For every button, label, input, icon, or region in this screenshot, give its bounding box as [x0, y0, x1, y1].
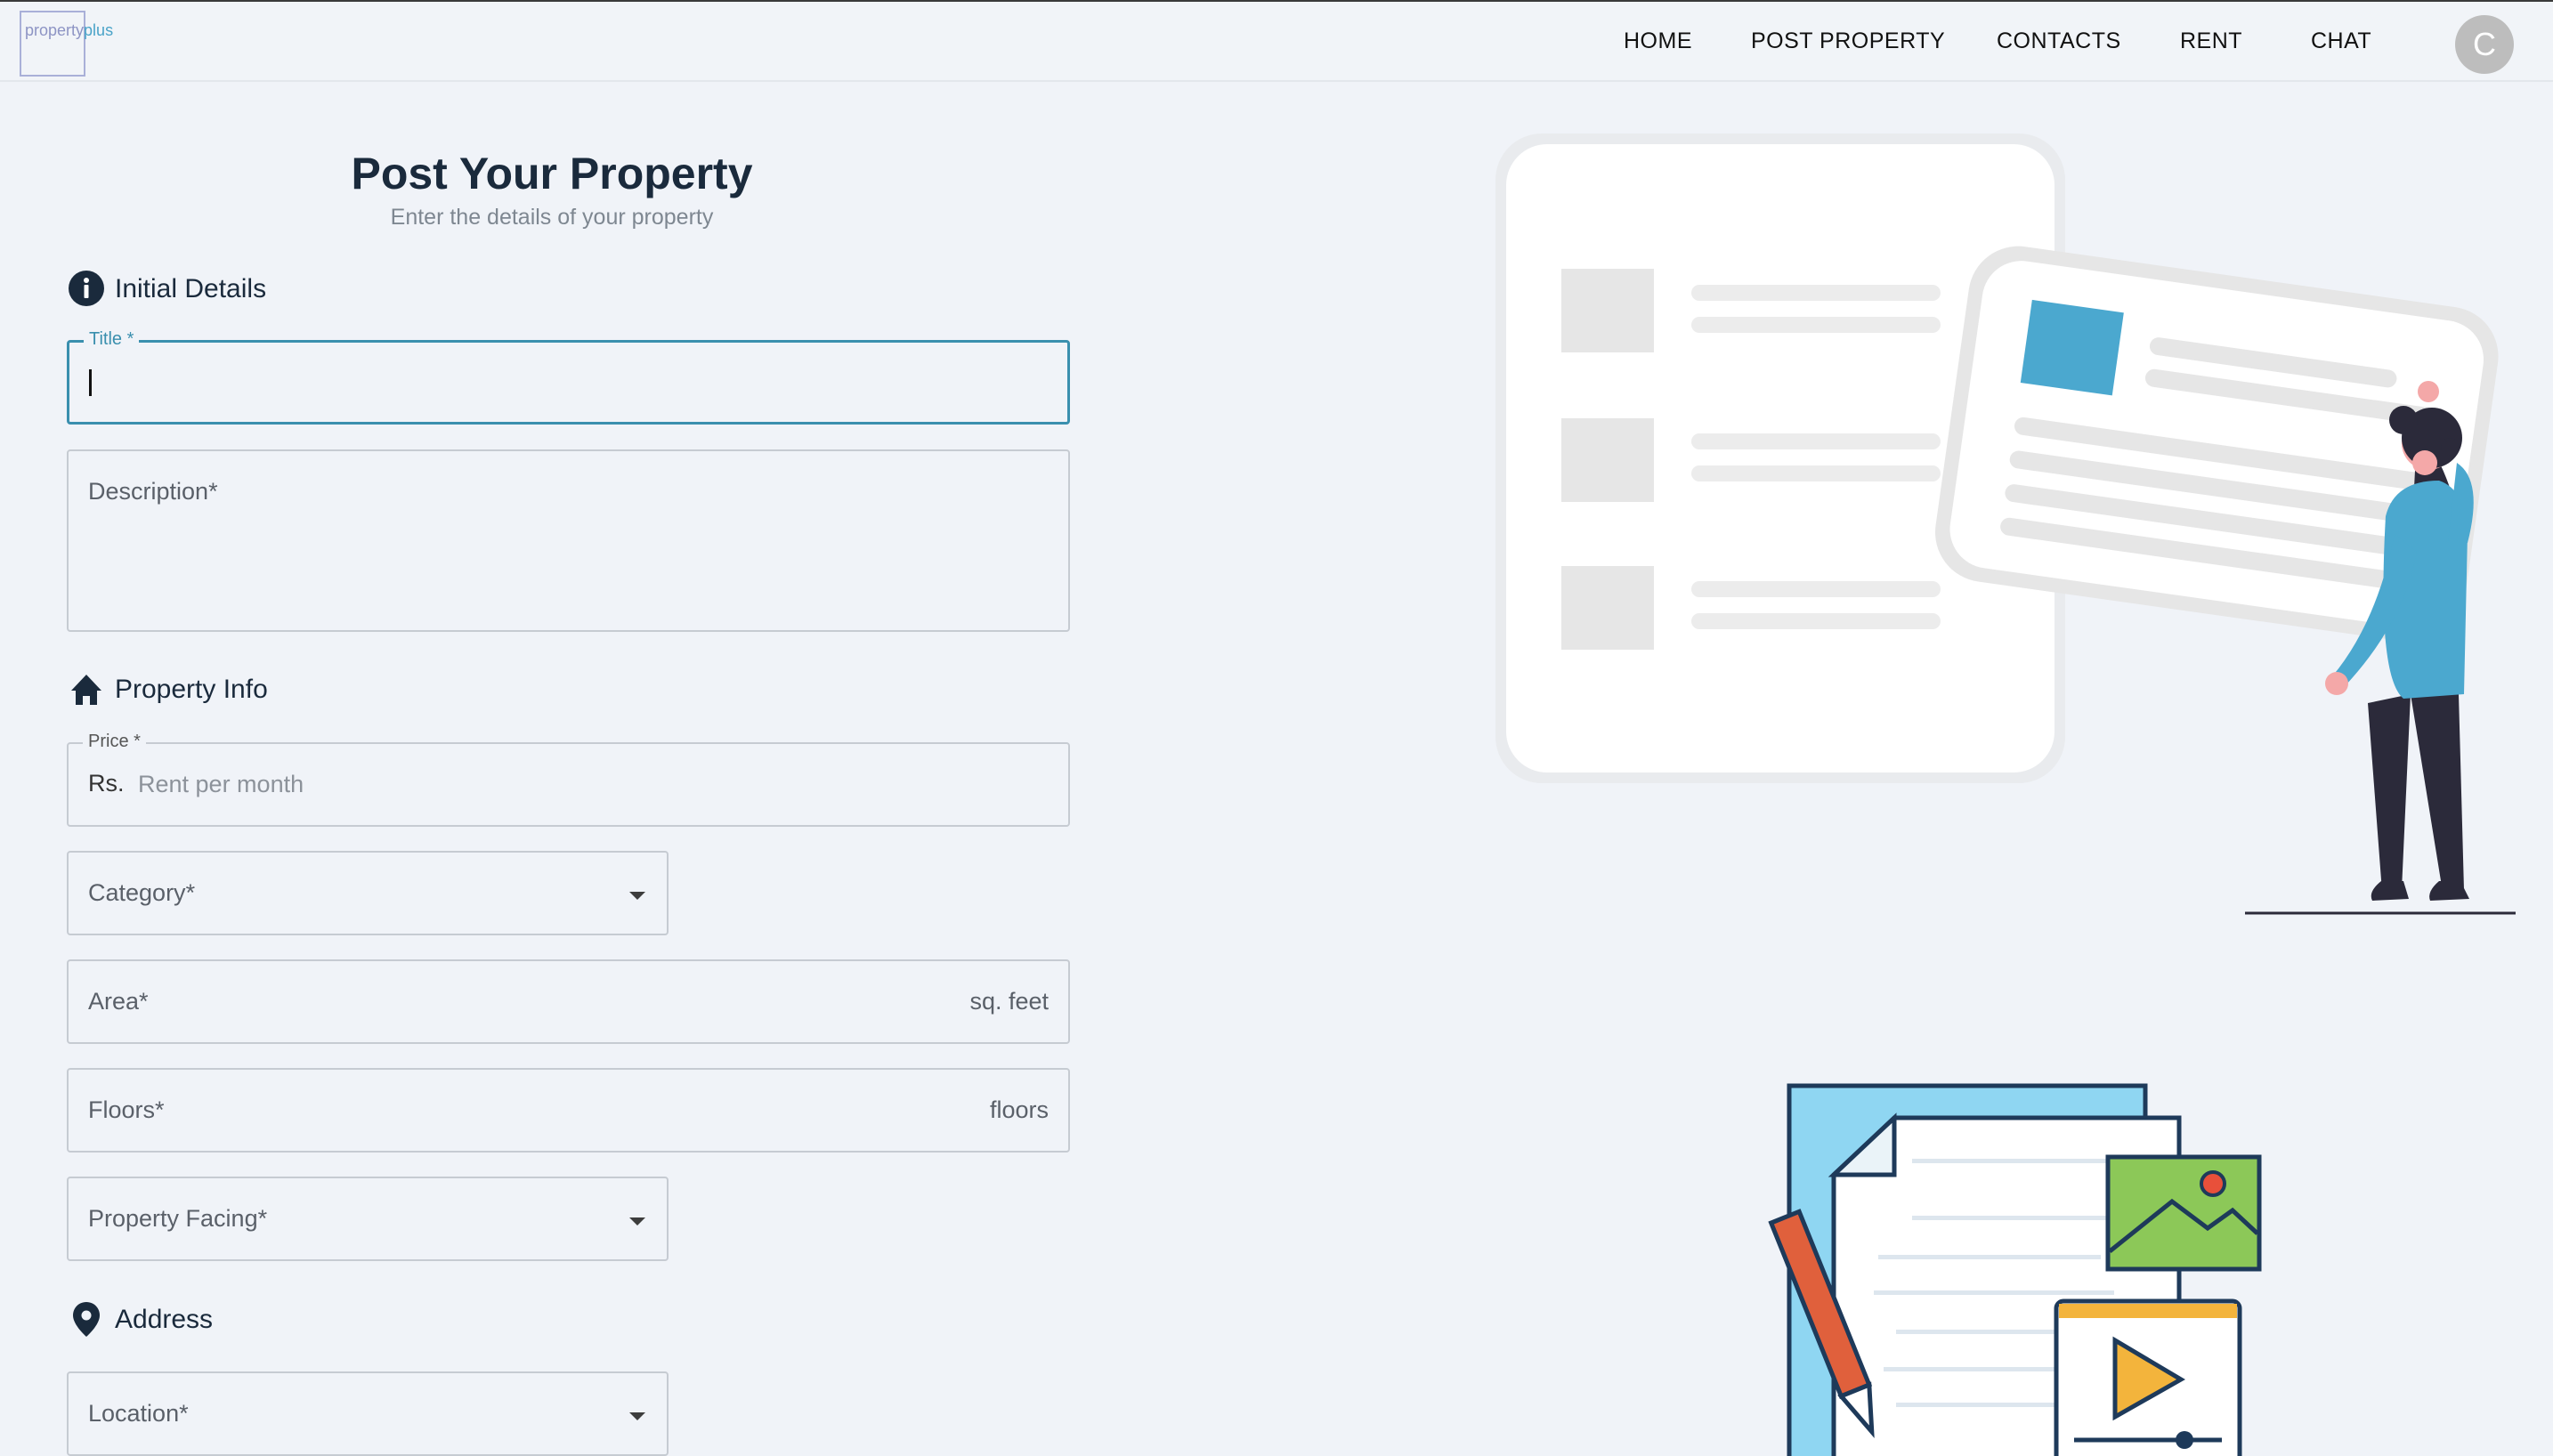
list-thumb-1	[1561, 269, 1654, 352]
chevron-down-icon	[629, 892, 645, 900]
category-select-label: Category*	[88, 879, 195, 907]
facing-label-text: Property Facing	[88, 1205, 258, 1232]
title-required-mark: *	[126, 329, 134, 349]
section-property-info-label: Property Info	[115, 675, 268, 704]
top-navigation-bar: propertyplus HOME POST PROPERTY CONTACTS…	[0, 0, 2553, 82]
price-field-label: Price *	[83, 732, 146, 752]
title-label-text: Title	[89, 329, 123, 349]
floors-label-text: Floors	[88, 1096, 156, 1123]
nav-rent[interactable]: RENT	[2180, 28, 2242, 54]
nav-chat[interactable]: CHAT	[2311, 28, 2371, 54]
description-field-label: Description*	[88, 478, 218, 506]
price-placeholder: Rent per month	[138, 771, 304, 797]
description-label-text: Description	[88, 478, 209, 505]
nav-home[interactable]: HOME	[1624, 28, 1692, 54]
chevron-down-icon	[629, 1412, 645, 1420]
category-select[interactable]: Category*	[67, 851, 669, 935]
property-facing-select-label: Property Facing*	[88, 1205, 267, 1233]
floors-field-label: Floors*	[88, 1096, 165, 1124]
floors-required-mark: *	[155, 1096, 165, 1123]
description-field[interactable]: Description*	[67, 449, 1070, 632]
section-initial-details-label: Initial Details	[115, 274, 267, 303]
category-required-mark: *	[185, 879, 196, 906]
list-thumb-3	[1561, 566, 1654, 650]
location-select[interactable]: Location*	[67, 1371, 669, 1456]
floors-field[interactable]: Floors* floors	[67, 1068, 1070, 1153]
area-field[interactable]: Area* sq. feet	[67, 959, 1070, 1044]
category-label-text: Category	[88, 879, 186, 906]
info-circle-icon	[69, 271, 104, 306]
location-pin-icon	[73, 1302, 100, 1337]
price-label-text: Price	[88, 732, 129, 751]
logo-text[interactable]: propertyplus	[25, 21, 113, 40]
text-caret	[89, 369, 92, 396]
area-required-mark: *	[139, 988, 149, 1015]
user-avatar[interactable]: C	[2455, 15, 2514, 74]
area-field-label: Area*	[88, 988, 149, 1015]
card-thumb	[2020, 299, 2124, 396]
title-field[interactable]: Title *	[67, 329, 1070, 425]
nav-contacts[interactable]: CONTACTS	[1997, 28, 2121, 54]
area-unit-suffix: sq. feet	[969, 988, 1049, 1015]
location-required-mark: *	[179, 1400, 189, 1427]
list-thumb-2	[1561, 418, 1654, 502]
document-person-illustration	[1495, 133, 2516, 915]
price-currency-prefix: Rs.	[88, 770, 125, 797]
location-label-text: Location	[88, 1400, 180, 1427]
price-field[interactable]: Price * Rs. Rent per month	[67, 732, 1070, 827]
logo-text-part2: plus	[84, 21, 114, 39]
location-select-label: Location*	[88, 1400, 189, 1428]
nav-post-property[interactable]: POST PROPERTY	[1751, 28, 1945, 54]
logo-text-part1: property	[25, 21, 85, 39]
floors-unit-suffix: floors	[989, 1096, 1049, 1123]
area-label-text: Area	[88, 988, 140, 1015]
section-address-label: Address	[115, 1305, 214, 1334]
title-field-label: Title *	[84, 329, 140, 350]
page-title: Post Your Property	[351, 149, 753, 198]
facing-required-mark: *	[257, 1205, 268, 1232]
media-document-illustration	[1768, 1083, 2262, 1456]
description-required-mark: *	[208, 478, 218, 505]
page-subtitle: Enter the details of your property	[390, 205, 714, 230]
property-facing-select[interactable]: Property Facing*	[67, 1177, 669, 1261]
home-icon	[71, 675, 101, 705]
price-required-mark: *	[134, 732, 141, 751]
chevron-down-icon	[629, 1217, 645, 1225]
